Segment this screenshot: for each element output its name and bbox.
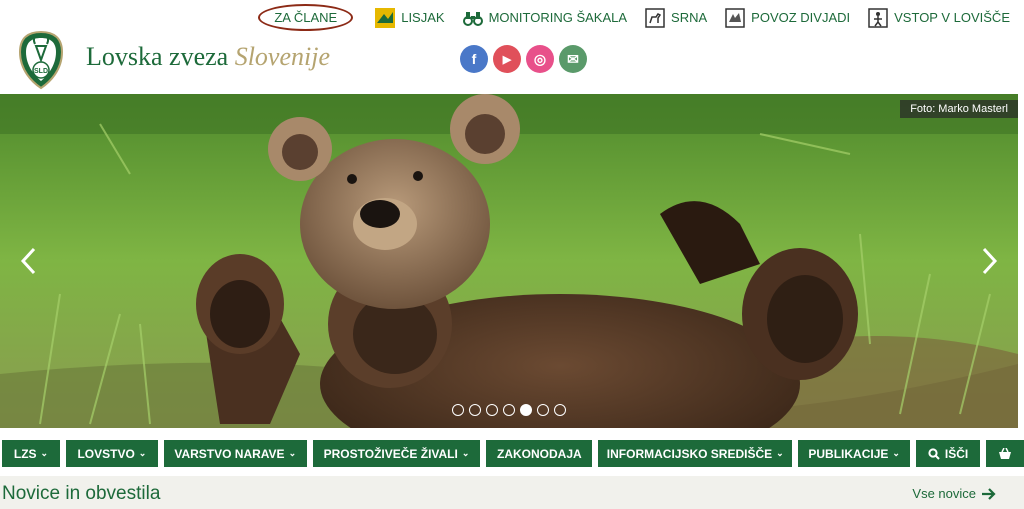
top-link-label: MONITORING ŠAKALA <box>488 10 628 25</box>
nav-item-lzs[interactable]: LZS ⌄ <box>2 440 60 467</box>
nav-item-label: LZS <box>13 446 37 461</box>
social-links: f ▶ ◎ ✉ <box>460 45 587 73</box>
news-title: Novice in obvestila <box>2 483 161 504</box>
svg-text:SLD: SLD <box>34 68 48 75</box>
road-sign-icon <box>725 7 745 28</box>
top-link-vstop[interactable]: VSTOP V LOVIŠČE <box>868 7 1010 28</box>
fox-icon <box>375 7 396 28</box>
top-link-monitoring[interactable]: MONITORING ŠAKALA <box>462 8 628 28</box>
top-link-members[interactable]: ZA ČLANE <box>258 4 354 31</box>
site-header: SLD Lovska zveza Slovenije f ▶ ◎ ✉ <box>0 28 1024 94</box>
nav-item-prostoživeče-živali[interactable]: PROSTOŽIVEČE ŽIVALI ⌄ <box>312 440 481 467</box>
top-link-label: SRNA <box>671 10 708 25</box>
top-link-label: LISJAK <box>401 10 445 25</box>
slider-next-icon[interactable] <box>978 246 1000 276</box>
top-link-label: ZA ČLANE <box>274 10 338 25</box>
top-link-lisjak[interactable]: LISJAK <box>375 7 445 28</box>
nav-item-publikacije[interactable]: PUBLIKACIJE ⌄ <box>798 440 911 467</box>
top-link-label: POVOZ DIVJADI <box>751 10 851 25</box>
arrow-right-icon <box>982 487 996 500</box>
youtube-icon[interactable]: ▶ <box>493 45 521 73</box>
nav-item-label: VARSTVO NARAVE <box>174 446 285 461</box>
slider-dot[interactable] <box>503 404 515 416</box>
nav-item-lovstvo[interactable]: LOVSTVO ⌄ <box>65 440 158 467</box>
nav-item-varstvo-narave[interactable]: VARSTVO NARAVE ⌄ <box>163 440 307 467</box>
top-link-srna[interactable]: SRNA <box>645 7 708 28</box>
top-link-povoz[interactable]: POVOZ DIVJADI <box>725 7 851 28</box>
chevron-down-icon: ⌄ <box>776 448 784 458</box>
chevron-down-icon: ⌄ <box>138 448 147 458</box>
news-header: Novice in obvestila Vse novice <box>0 476 1024 509</box>
site-title-main: Lovska zveza <box>86 42 235 71</box>
binoculars-icon <box>462 11 483 26</box>
nav-item-label: LOVSTVO <box>77 446 135 461</box>
slider-dot[interactable] <box>554 404 566 416</box>
nav-item-label: PROSTOŽIVEČE ŽIVALI <box>323 446 458 461</box>
chevron-down-icon: ⌄ <box>40 448 49 458</box>
chevron-down-icon: ⌄ <box>288 448 297 458</box>
slider-dot[interactable] <box>537 404 549 416</box>
nav-item-basket[interactable] <box>986 440 1024 467</box>
nav-item-išči[interactable]: IŠČI <box>916 440 981 467</box>
chevron-down-icon: ⌄ <box>461 448 470 458</box>
email-icon[interactable]: ✉ <box>559 45 587 73</box>
nav-item-zakonodaja[interactable]: ZAKONODAJA <box>486 440 593 467</box>
main-nav: LZS ⌄ LOVSTVO ⌄ VARSTVO NARAVE ⌄ PROSTOŽIVEČE … <box>0 440 1024 468</box>
photo-credit: Foto: Marko Masterl <box>900 100 1018 118</box>
all-news-label: Vse novice <box>912 486 976 501</box>
instagram-icon[interactable]: ◎ <box>526 45 554 73</box>
top-bar: ZA ČLANE LISJAK MONITORING ŠAKALA SRNA P… <box>0 0 1024 31</box>
entry-sign-icon <box>868 7 888 28</box>
slider-dot[interactable] <box>486 404 498 416</box>
nav-item-label: PUBLIKACIJE <box>808 446 889 461</box>
slider-dots <box>452 404 566 416</box>
hero-slider[interactable]: Foto: Marko Masterl <box>0 94 1018 428</box>
chevron-down-icon: ⌄ <box>892 448 900 458</box>
top-links: ZA ČLANE LISJAK MONITORING ŠAKALA SRNA P… <box>258 4 1010 31</box>
all-news-link[interactable]: Vse novice <box>912 486 996 501</box>
nav-item-label: IŠČI <box>944 446 969 461</box>
slider-dot[interactable] <box>520 404 532 416</box>
basket-icon <box>999 447 1012 459</box>
site-title[interactable]: Lovska zveza Slovenije <box>86 42 330 72</box>
nav-item-informacijsko-središče[interactable]: INFORMACIJSKO SREDIŠČE ⌄ <box>598 440 793 467</box>
nav-item-label: ZAKONODAJA <box>496 446 582 461</box>
facebook-icon[interactable]: f <box>460 45 488 73</box>
nav-item-label: INFORMACIJSKO SREDIŠČE <box>606 446 773 461</box>
lzs-logo[interactable]: SLD <box>18 30 64 90</box>
slider-dot[interactable] <box>452 404 464 416</box>
search-icon <box>928 447 940 460</box>
slider-dot[interactable] <box>469 404 481 416</box>
top-link-label: VSTOP V LOVIŠČE <box>894 10 1010 25</box>
deer-sign-icon <box>645 7 665 28</box>
hero-image-bear <box>0 94 1018 428</box>
site-title-italic: Slovenije <box>234 42 330 71</box>
slider-prev-icon[interactable] <box>18 246 40 276</box>
